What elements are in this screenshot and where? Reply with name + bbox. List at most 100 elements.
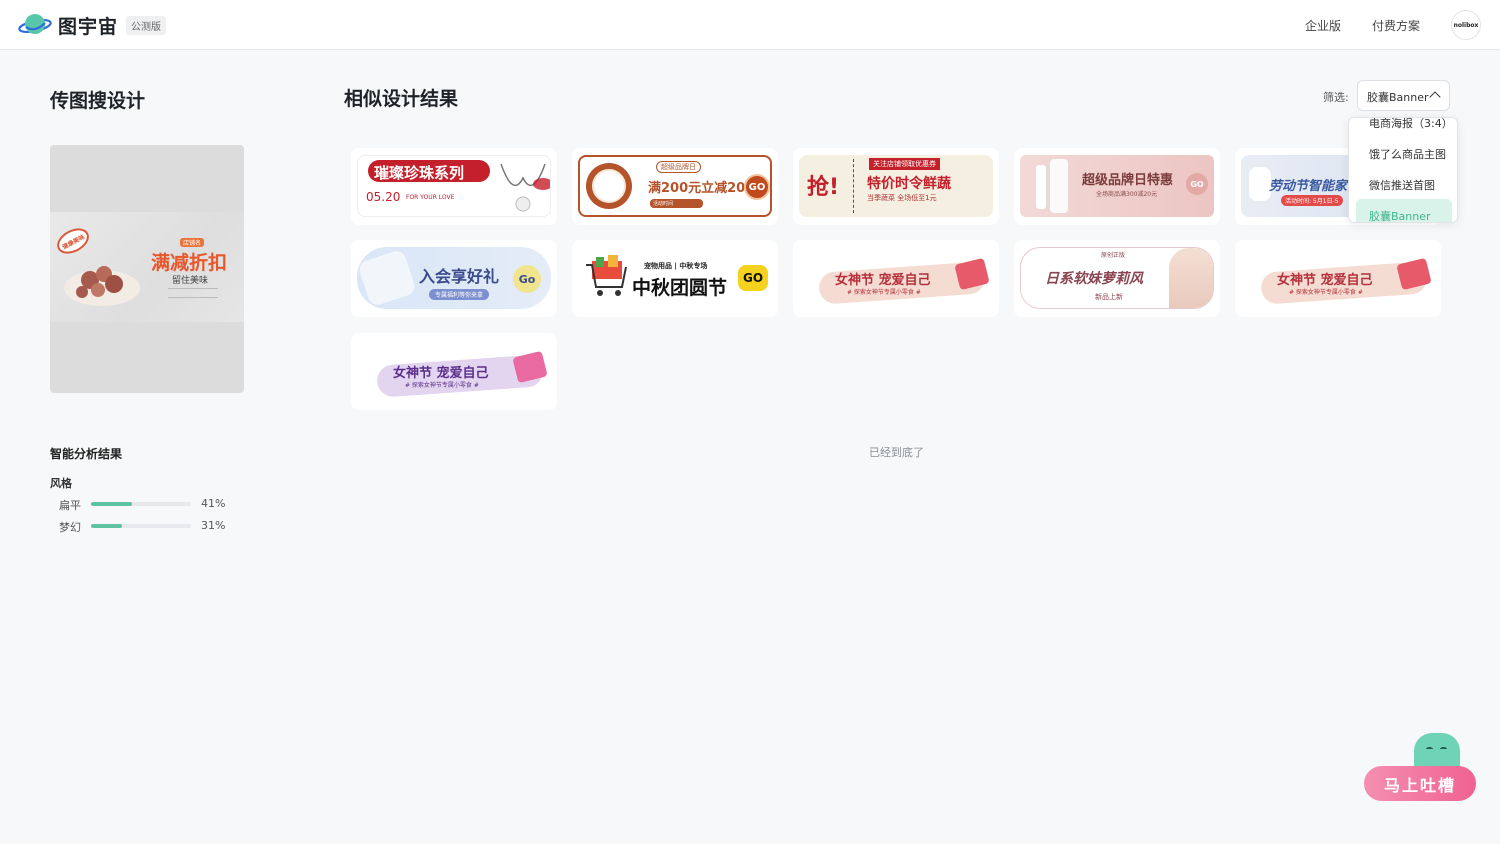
result-banner-image: 超级品牌日 满200元立减20 活动时间 GO — [578, 155, 772, 217]
style-percent: 31% — [201, 519, 226, 532]
style-percent: 41% — [201, 497, 226, 510]
dropdown-option[interactable]: 饿了么商品主图 — [1369, 146, 1446, 162]
style-row-dreamy: 梦幻 31% — [59, 519, 229, 534]
banner-subtitle: 专属福利等你来拿 — [429, 289, 490, 300]
beta-badge: 公测版 — [126, 15, 167, 35]
banner-subtitle: FOR YOUR LOVE — [406, 194, 455, 201]
banner-tag: 关注店铺领取优惠券 — [869, 158, 940, 170]
dropdown-option[interactable]: 电商海报（3:4） — [1369, 118, 1453, 131]
uploaded-image: 健康美味 店铺名 满减折扣 留住美味 — [50, 212, 244, 322]
style-name: 扁平 — [59, 499, 81, 512]
end-of-results-text: 已经到底了 — [869, 446, 924, 459]
style-progress-track — [91, 524, 191, 528]
result-card[interactable]: 原创正版 日系软妹萝莉风 新品上新 — [1014, 240, 1220, 317]
banner-title: 中秋团圆节 — [632, 277, 728, 299]
result-card[interactable]: 超级品牌日 满200元立减20 活动时间 GO — [572, 148, 778, 225]
top-header: 图宇宙 公测版 企业版 付费方案 nolibox — [0, 0, 1500, 50]
go-button-graphic: GO — [744, 174, 770, 200]
banner-title: 日系软妹萝莉风 — [1045, 271, 1143, 287]
banner-date: 05.20 — [366, 190, 401, 204]
banner-subtitle: 全场商品满300减20元 — [1096, 191, 1158, 198]
preview-fine-print — [168, 288, 218, 298]
uploaded-image-preview[interactable]: 健康美味 店铺名 满减折扣 留住美味 — [50, 145, 244, 393]
style-progress-fill — [91, 524, 122, 528]
result-banner-image: 女神节 宠爱自己 # 探索女神节专属小零食 # — [357, 340, 551, 402]
wafer-pack-icon — [512, 350, 548, 384]
dropdown-option[interactable]: 微信推送首图 — [1369, 177, 1435, 193]
result-banner-image: 宠物用品 | 中秋专场 中秋团圆节 GO — [578, 247, 772, 309]
clock-icon — [586, 163, 632, 209]
result-banner-image: 原创正版 日系软妹萝莉风 新品上新 — [1020, 247, 1214, 309]
result-banner-image: 璀璨珍珠系列 05.20 FOR YOUR LOVE — [357, 155, 551, 217]
result-card[interactable]: 宠物用品 | 中秋专场 中秋团圆节 GO — [572, 240, 778, 317]
lipstick-icon — [1036, 165, 1046, 209]
style-progress-track — [91, 502, 191, 506]
result-card[interactable]: 抢! 关注店铺领取优惠券 特价时令鲜蔬 当季蔬菜 全场低至1元 — [793, 148, 999, 225]
banner-tag: 宠物用品 | 中秋专场 — [644, 262, 708, 270]
result-banner-image: 入会享好礼 专属福利等你来拿 Go — [357, 247, 551, 309]
banner-title: 满200元立减20 — [648, 181, 746, 196]
feedback-button[interactable]: 马上吐槽 — [1364, 766, 1476, 801]
result-card[interactable]: 女神节 宠爱自己 # 探索女神节专属小零食 # — [1235, 240, 1441, 317]
user-avatar[interactable]: nolibox — [1451, 10, 1481, 40]
filter-select[interactable]: 胶囊Banner — [1357, 80, 1450, 111]
shopping-cart-icon — [586, 255, 627, 296]
banner-title: 劳动节智能家 — [1269, 179, 1348, 194]
result-banner-image: 女神节 宠爱自己 # 探索女神节专属小零食 # — [799, 247, 993, 309]
banner-title: 入会享好礼 — [419, 267, 500, 286]
wafer-pack-icon — [954, 257, 990, 291]
banner-subtitle: # 探索女神节专属小零食 # — [1289, 289, 1363, 296]
banner-title: 女神节 宠爱自己 — [1277, 273, 1373, 288]
model-photo — [1169, 248, 1213, 308]
filter-label: 筛选: — [1323, 91, 1349, 104]
banner-subtitle: # 探索女神节专属小零食 # — [405, 382, 479, 389]
result-banner-image: 女神节 宠爱自己 # 探索女神节专属小零食 # — [1241, 247, 1435, 309]
result-card[interactable]: 女神节 宠爱自己 # 探索女神节专属小零食 # — [793, 240, 999, 317]
result-banner-image: 超级品牌日特惠 全场商品满300减20元 GO — [1020, 155, 1214, 217]
banner-subtitle: 新品上新 — [1095, 293, 1123, 301]
style-row-flat: 扁平 41% — [59, 497, 229, 512]
banner-title: 女神节 宠爱自己 — [393, 366, 489, 381]
style-progress-fill — [91, 502, 132, 506]
chevron-up-icon — [1429, 91, 1441, 103]
nav-pricing-link[interactable]: 付费方案 — [1372, 17, 1420, 34]
banner-tag: 原创正版 — [1101, 252, 1126, 259]
food-plate-icon — [64, 266, 140, 306]
result-card[interactable]: 璀璨珍珠系列 05.20 FOR YOUR LOVE — [351, 148, 557, 225]
feedback-widget[interactable]: 马上吐槽 — [1364, 733, 1476, 801]
upload-search-title: 传图搜设计 — [50, 90, 146, 112]
filter-dropdown-menu: 电商海报（3:4） 饿了么商品主图 微信推送首图 胶囊Banner — [1348, 117, 1458, 223]
logo-text: 图宇宙 — [58, 15, 119, 38]
go-button-graphic: Go — [513, 265, 541, 293]
results-title: 相似设计结果 — [344, 88, 459, 110]
banner-title: 女神节 宠爱自己 — [835, 273, 931, 288]
go-button-graphic: GO — [1186, 173, 1208, 195]
planet-logo-icon — [18, 11, 52, 39]
result-card[interactable]: 超级品牌日特惠 全场商品满300减20元 GO — [1014, 148, 1220, 225]
banner-subtitle: # 探索女神节专属小零食 # — [847, 289, 921, 296]
style-label: 风格 — [50, 477, 72, 490]
wafer-pack-icon — [1396, 257, 1432, 291]
gift-box-icon — [357, 248, 417, 308]
filter-select-value: 胶囊Banner — [1367, 91, 1429, 104]
dropdown-option-selected[interactable]: 胶囊Banner — [1369, 208, 1431, 222]
result-banner-image: 抢! 关注店铺领取优惠券 特价时令鲜蔬 当季蔬菜 全场低至1元 — [799, 155, 993, 217]
logo[interactable]: 图宇宙 公测版 — [18, 11, 167, 39]
result-card[interactable]: 女神节 宠爱自己 # 探索女神节专属小零食 # — [351, 333, 557, 410]
banner-big-text: 抢! — [807, 175, 840, 200]
result-card[interactable]: 入会享好礼 专属福利等你来拿 Go — [351, 240, 557, 317]
banner-tag: 超级品牌日 — [656, 161, 701, 173]
style-name: 梦幻 — [59, 521, 81, 534]
pearl-necklace-icon — [500, 163, 550, 212]
banner-subtitle: 当季蔬菜 全场低至1元 — [867, 194, 937, 202]
banner-title: 超级品牌日特惠 — [1082, 173, 1174, 188]
banner-time: 活动时间: 5月1日-5 — [1281, 195, 1343, 206]
banner-divider — [853, 159, 854, 213]
banner-time: 活动时间 — [650, 199, 704, 208]
preview-tag: 店铺名 — [180, 238, 205, 247]
nav-enterprise-link[interactable]: 企业版 — [1305, 17, 1341, 34]
analysis-title: 智能分析结果 — [50, 447, 123, 461]
preview-sub: 留住美味 — [172, 276, 209, 286]
device-icon — [1249, 167, 1271, 201]
banner-title: 璀璨珍珠系列 — [374, 164, 465, 182]
